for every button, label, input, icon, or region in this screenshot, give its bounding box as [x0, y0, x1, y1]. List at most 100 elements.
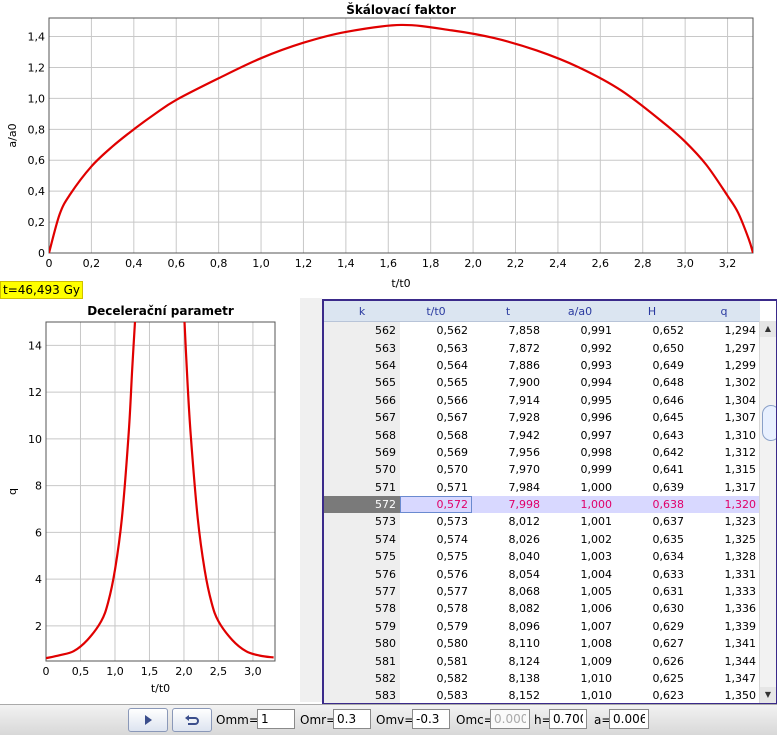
table-cell: 7,858: [472, 322, 544, 340]
omc-label: Omc=: [456, 713, 494, 727]
table-cell: 0,625: [616, 670, 688, 687]
scale-factor-chart: 00,20,40,60,81,01,21,41,61,82,02,22,42,6…: [0, 0, 777, 292]
omr-input[interactable]: [333, 709, 371, 729]
table-cell: 8,040: [472, 548, 544, 565]
table-row[interactable]: 5620,5627,8580,9910,6521,294: [324, 322, 760, 340]
column-header[interactable]: a/a0: [544, 301, 616, 322]
table-cell: 1,323: [688, 513, 760, 530]
omm-input[interactable]: [257, 709, 295, 729]
table-cell: 1,336: [688, 600, 760, 617]
play-button[interactable]: [128, 708, 168, 732]
table-row[interactable]: 5680,5687,9420,9970,6431,310: [324, 426, 760, 443]
table-cell: 572: [324, 496, 400, 513]
column-header[interactable]: k: [324, 301, 400, 322]
x-tick-label: 2,4: [549, 257, 567, 270]
x-tick-label: 3,0: [676, 257, 694, 270]
table-row[interactable]: 5630,5637,8720,9920,6501,297: [324, 339, 760, 356]
table-cell: 1,350: [688, 687, 760, 704]
table-cell: 564: [324, 357, 400, 374]
panel-gap: [300, 298, 322, 702]
omv-input[interactable]: [412, 709, 450, 729]
x-axis-label: t/t0: [391, 277, 410, 290]
table-cell: 0,995: [544, 392, 616, 409]
omr-label: Omr=: [300, 713, 336, 727]
y-tick-label: 12: [28, 386, 42, 399]
table-cell: 1,339: [688, 618, 760, 635]
table-cell: 8,068: [472, 583, 544, 600]
table-cell: 1,004: [544, 565, 616, 582]
column-header[interactable]: t/t0: [400, 301, 472, 322]
table-row[interactable]: 5660,5667,9140,9950,6461,304: [324, 392, 760, 409]
table-row[interactable]: 5810,5818,1241,0090,6261,344: [324, 652, 760, 669]
table-cell: 574: [324, 531, 400, 548]
play-icon: [142, 714, 154, 726]
scroll-thumb[interactable]: [762, 405, 777, 441]
table-row[interactable]: 5830,5838,1521,0100,6231,350: [324, 687, 760, 704]
table-row[interactable]: 5790,5798,0961,0070,6291,339: [324, 618, 760, 635]
vertical-scrollbar[interactable]: ▲ ▼: [759, 321, 776, 703]
column-header[interactable]: q: [688, 301, 760, 322]
table-row[interactable]: 5800,5808,1101,0080,6271,341: [324, 635, 760, 652]
table-cell: 1,010: [544, 670, 616, 687]
y-tick-label: 0,2: [28, 216, 46, 229]
table-cell: 0,582: [400, 670, 472, 687]
reset-button[interactable]: [172, 708, 212, 732]
h-input[interactable]: [549, 709, 587, 729]
table-row[interactable]: 5760,5768,0541,0040,6331,331: [324, 565, 760, 582]
x-tick-label: 0: [46, 257, 53, 270]
x-tick-label: 2,5: [210, 665, 228, 678]
table-row[interactable]: 5700,5707,9700,9990,6411,315: [324, 461, 760, 478]
table-cell: 1,320: [688, 496, 760, 513]
table-row[interactable]: 5720,5727,9981,0000,6381,320: [324, 496, 760, 513]
y-tick-label: 0,6: [28, 154, 46, 167]
x-tick-label: 0,8: [210, 257, 228, 270]
chart-title: Škálovací faktor: [346, 2, 456, 17]
table-row[interactable]: 5670,5677,9280,9960,6451,307: [324, 409, 760, 426]
y-tick-label: 0,4: [28, 185, 46, 198]
table-cell: 1,000: [544, 496, 616, 513]
scroll-down-icon[interactable]: ▼: [760, 687, 776, 703]
y-tick-label: 0,8: [28, 123, 46, 136]
column-header[interactable]: H: [616, 301, 688, 322]
a-input[interactable]: [609, 709, 649, 729]
table-row[interactable]: 5780,5788,0821,0060,6301,336: [324, 600, 760, 617]
table-row[interactable]: 5750,5758,0401,0030,6341,328: [324, 548, 760, 565]
table-row[interactable]: 5640,5647,8860,9930,6491,299: [324, 357, 760, 374]
table-cell: 579: [324, 618, 400, 635]
table-row[interactable]: 5690,5697,9560,9980,6421,312: [324, 444, 760, 461]
column-header[interactable]: t: [472, 301, 544, 322]
table-cell: 0,573: [400, 513, 472, 530]
table-cell: 0,994: [544, 374, 616, 391]
table-cell: 0,623: [616, 687, 688, 704]
table-cell: 7,970: [472, 461, 544, 478]
x-tick-label: 0,2: [83, 257, 101, 270]
table-cell: 0,997: [544, 426, 616, 443]
table-row[interactable]: 5740,5748,0261,0020,6351,325: [324, 531, 760, 548]
table-cell: 0,646: [616, 392, 688, 409]
table-row[interactable]: 5820,5828,1381,0100,6251,347: [324, 670, 760, 687]
table-cell: 1,317: [688, 479, 760, 496]
series-line-0: [46, 310, 136, 658]
table-cell: 8,138: [472, 670, 544, 687]
table-cell: 0,649: [616, 357, 688, 374]
table-row[interactable]: 5650,5657,9000,9940,6481,302: [324, 374, 760, 391]
y-tick-label: 10: [28, 433, 42, 446]
table-cell: 1,006: [544, 600, 616, 617]
table-cell: 0,578: [400, 600, 472, 617]
table-cell: 7,984: [472, 479, 544, 496]
table-row[interactable]: 5710,5717,9841,0000,6391,317: [324, 479, 760, 496]
x-tick-label: 1,0: [252, 257, 270, 270]
table-cell: 0,637: [616, 513, 688, 530]
table-cell: 0,577: [400, 583, 472, 600]
deceleration-chart: 00,51,01,52,02,53,02468101214Decelerační…: [0, 298, 300, 702]
x-tick-label: 1,5: [141, 665, 159, 678]
table-row[interactable]: 5730,5738,0121,0010,6371,323: [324, 513, 760, 530]
table-cell: 578: [324, 600, 400, 617]
x-tick-label: 2,8: [634, 257, 652, 270]
table-cell: 0,630: [616, 600, 688, 617]
time-readout: t=46,493 Gy: [0, 281, 83, 299]
scroll-up-icon[interactable]: ▲: [760, 321, 776, 337]
x-tick-label: 3,2: [719, 257, 737, 270]
table-row[interactable]: 5770,5778,0681,0050,6311,333: [324, 583, 760, 600]
table-cell: 8,082: [472, 600, 544, 617]
